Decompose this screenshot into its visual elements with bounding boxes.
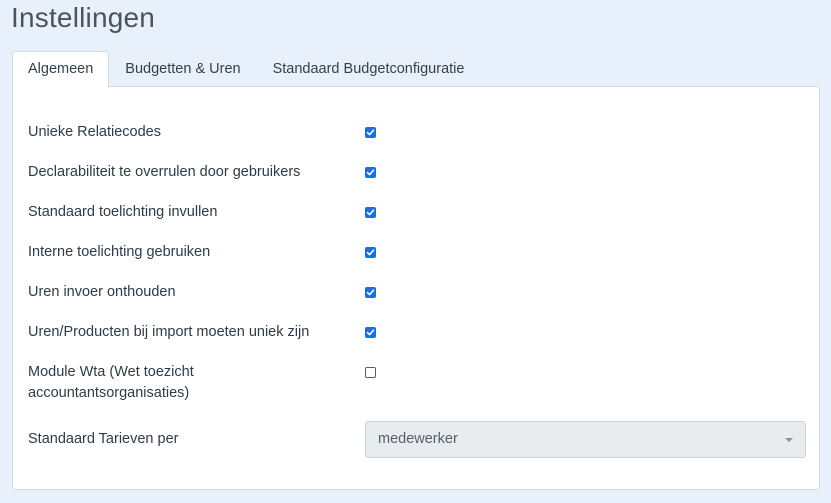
checkmark-icon [366,129,375,136]
page-title: Instellingen [11,2,156,33]
standaard-toelichting-checkbox[interactable] [365,207,376,218]
module-wta-checkbox[interactable] [365,367,376,378]
select-value: medewerker [378,431,458,447]
unieke-relatiecodes-checkbox[interactable] [365,127,376,138]
setting-label: Standaard toelichting invullen [28,204,218,220]
settings-panel: Unieke Relatiecodes Declarabiliteit te o… [12,86,820,490]
checkmark-icon [366,249,375,256]
uren-invoer-checkbox[interactable] [365,287,376,298]
interne-toelichting-checkbox[interactable] [365,247,376,258]
tarieven-per-select[interactable]: medewerker [365,421,806,458]
uren-producten-import-checkbox[interactable] [365,327,376,338]
setting-label: Uren/Producten bij import moeten uniek z… [28,324,310,340]
checkmark-icon [366,169,375,176]
caret-down-icon [785,438,793,442]
tab-budgetten-uren[interactable]: Budgetten & Uren [109,51,256,87]
setting-label: Unieke Relatiecodes [28,124,161,140]
tab-algemeen[interactable]: Algemeen [12,51,110,88]
declarabiliteit-checkbox[interactable] [365,167,376,178]
tab-standaard-budgetconfiguratie[interactable]: Standaard Budgetconfiguratie [257,51,481,87]
setting-label: Module Wta (Wet toezicht accountantsorga… [28,364,194,401]
setting-label: Uren invoer onthouden [28,284,176,300]
checkmark-icon [366,289,375,296]
setting-label: Declarabiliteit te overrulen door gebrui… [28,164,301,180]
setting-label: Interne toelichting gebruiken [28,244,211,260]
checkmark-icon [366,329,375,336]
tab-bar: Algemeen Budgetten & Uren Standaard Budg… [12,51,481,88]
checkmark-icon [366,209,375,216]
setting-label: Standaard Tarieven per [28,431,179,447]
